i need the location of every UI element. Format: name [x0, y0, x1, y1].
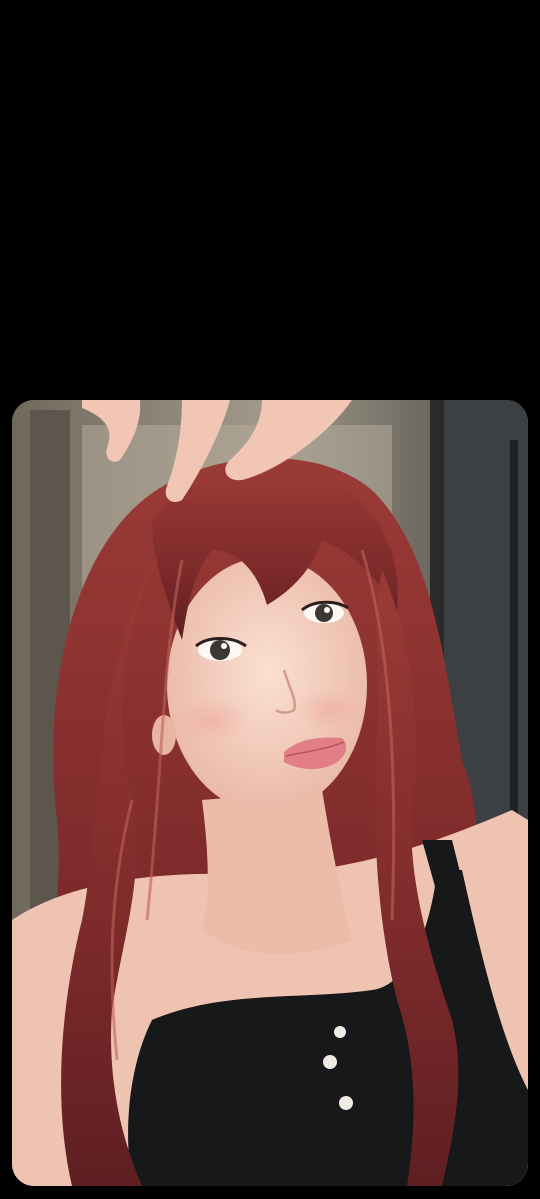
right-eye-highlight	[324, 607, 330, 613]
portrait-illustration	[12, 400, 528, 1186]
left-eye-highlight	[221, 643, 227, 649]
right-iris	[315, 604, 333, 622]
pearl-button-1	[334, 1026, 346, 1038]
left-iris	[210, 640, 230, 660]
pearl-button-2	[323, 1055, 337, 1069]
portrait-photo	[12, 400, 528, 1186]
left-cheek-blush	[174, 698, 250, 742]
screen	[0, 0, 540, 1199]
pearl-button-3	[339, 1096, 353, 1110]
right-cheek-blush	[296, 690, 364, 730]
